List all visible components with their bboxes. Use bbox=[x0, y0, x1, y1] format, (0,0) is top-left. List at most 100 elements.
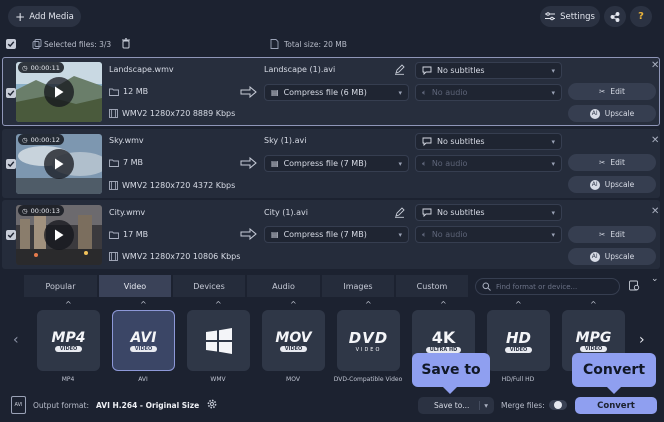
format-label: DVD-Compatible Video bbox=[333, 376, 403, 383]
duration-text: 00:00:12 bbox=[30, 135, 60, 144]
format-tile-dvd[interactable]: DVD VIDEO bbox=[337, 310, 400, 371]
subtitles-dropdown[interactable]: No subtitles ▾ bbox=[415, 133, 562, 150]
play-button[interactable] bbox=[44, 220, 74, 250]
format-tile-mp4[interactable]: MP4 VIDEO bbox=[37, 310, 100, 371]
format-label: HD/Full HD bbox=[501, 376, 535, 383]
codec-text: WMV2 1280x720 4372 Kbps bbox=[122, 181, 236, 190]
output-format-value[interactable]: AVI H.264 - Original Size bbox=[96, 401, 199, 410]
format-tile-avi[interactable]: AVI VIDEO bbox=[112, 310, 175, 371]
edit-button[interactable]: ✂ Edit bbox=[568, 226, 656, 243]
compress-text: Compress file (7 MB) bbox=[283, 159, 367, 168]
compress-dropdown[interactable]: ▤ Compress file (7 MB) ▾ bbox=[264, 155, 409, 172]
save-to-button[interactable]: Save to... ▾ bbox=[418, 397, 494, 414]
share-icon bbox=[610, 11, 620, 22]
chevron-left-icon[interactable]: ‹ bbox=[13, 332, 19, 348]
tab-video[interactable]: Video bbox=[99, 275, 171, 297]
ai-icon: AI bbox=[589, 251, 600, 262]
duration-text: 00:00:13 bbox=[30, 206, 60, 215]
rename-pencil-icon[interactable] bbox=[394, 207, 405, 218]
tab-popular[interactable]: Popular bbox=[24, 275, 97, 297]
format-settings-icon[interactable] bbox=[629, 280, 640, 291]
edit-button[interactable]: ✂ Edit bbox=[568, 154, 656, 171]
delete-selected-icon[interactable] bbox=[121, 38, 131, 49]
search-icon bbox=[482, 282, 491, 291]
play-button[interactable] bbox=[44, 77, 74, 107]
tab-devices[interactable]: Devices bbox=[173, 275, 245, 297]
speaker-icon: 🔈︎ bbox=[422, 87, 427, 97]
settings-button[interactable]: Settings bbox=[540, 6, 600, 27]
source-codec: WMV2 1280x720 8889 Kbps bbox=[109, 109, 235, 118]
close-icon[interactable]: ✕ bbox=[651, 60, 659, 71]
close-icon[interactable]: ✕ bbox=[651, 135, 659, 146]
rename-pencil-icon[interactable] bbox=[394, 64, 405, 75]
folder-icon bbox=[109, 159, 119, 167]
format-tile-mov[interactable]: MOV VIDEO bbox=[262, 310, 325, 371]
clock-icon: ◷ bbox=[22, 135, 28, 144]
chevron-down-icon: ▾ bbox=[551, 88, 555, 97]
upscale-label: Upscale bbox=[604, 252, 635, 261]
avi-logo: AVI VIDEO bbox=[129, 329, 158, 352]
upscale-button[interactable]: AI Upscale bbox=[568, 176, 656, 193]
play-button[interactable] bbox=[44, 149, 74, 179]
folder-icon bbox=[109, 231, 119, 239]
subtitles-dropdown[interactable]: No subtitles ▾ bbox=[415, 62, 562, 79]
chevron-right-icon[interactable]: › bbox=[639, 332, 645, 348]
source-size: 17 MB bbox=[109, 230, 148, 239]
4k-logo: 4K ULTRA HD bbox=[425, 328, 462, 353]
upscale-button[interactable]: AI Upscale bbox=[568, 105, 656, 122]
output-filename[interactable]: Sky (1).avi bbox=[264, 136, 306, 145]
output-filename[interactable]: City (1).avi bbox=[264, 208, 308, 217]
edit-button[interactable]: ✂ Edit bbox=[568, 83, 656, 100]
output-filename[interactable]: Landscape (1).avi bbox=[264, 65, 335, 74]
merge-files-label: Merge files: bbox=[501, 401, 545, 410]
file-icon: ▤ bbox=[271, 159, 279, 168]
clock-icon: ◷ bbox=[22, 206, 28, 215]
format-tile-wmv[interactable] bbox=[187, 310, 250, 371]
compress-dropdown[interactable]: ▤ Compress file (6 MB) ▾ bbox=[264, 84, 409, 101]
save-to-tooltip: Save to bbox=[412, 353, 490, 387]
chevron-down-icon[interactable]: ▾ bbox=[479, 401, 488, 410]
audio-dropdown[interactable]: 🔈︎ No audio ▾ bbox=[415, 84, 562, 101]
mov-logo: MOV VIDEO bbox=[275, 329, 312, 352]
output-settings-gear-icon[interactable] bbox=[206, 398, 218, 410]
upscale-button[interactable]: AI Upscale bbox=[568, 248, 656, 265]
format-label: MP4 bbox=[61, 376, 75, 383]
merge-files-toggle[interactable] bbox=[549, 400, 567, 410]
edit-label: Edit bbox=[610, 230, 625, 239]
collapse-chevron-icon[interactable]: ⌄ bbox=[651, 274, 659, 284]
convert-button[interactable]: Convert bbox=[575, 397, 657, 414]
audio-dropdown[interactable]: 🔈︎ No audio ▾ bbox=[415, 226, 562, 243]
close-icon[interactable]: ✕ bbox=[651, 206, 659, 217]
format-search-input[interactable]: Find format or device... bbox=[475, 278, 620, 295]
compress-dropdown[interactable]: ▤ Compress file (7 MB) ▾ bbox=[264, 226, 409, 243]
subtitles-dropdown[interactable]: No subtitles ▾ bbox=[415, 204, 562, 221]
clock-icon: ◷ bbox=[22, 63, 28, 72]
audio-dropdown[interactable]: 🔈︎ No audio ▾ bbox=[415, 155, 562, 172]
tab-custom[interactable]: Custom bbox=[396, 275, 468, 297]
subtitles-icon bbox=[422, 208, 432, 217]
select-all-checkbox[interactable] bbox=[6, 39, 16, 49]
codec-text: WMV2 1280x720 8889 Kbps bbox=[122, 109, 236, 118]
tab-audio[interactable]: Audio bbox=[247, 275, 320, 297]
film-icon bbox=[109, 109, 118, 118]
tab-images[interactable]: Images bbox=[322, 275, 394, 297]
caret-up-icon: ^ bbox=[515, 300, 522, 309]
mpg-logo: MPG VIDEO bbox=[575, 329, 612, 352]
subtitles-text: No subtitles bbox=[437, 208, 485, 217]
caret-up-icon: ^ bbox=[290, 300, 297, 309]
caret-up-icon: ^ bbox=[590, 300, 597, 309]
duration-badge: ◷ 00:00:12 bbox=[18, 134, 64, 145]
add-media-button[interactable]: + Add Media bbox=[8, 6, 81, 27]
format-tile-hd[interactable]: HD VIDEO bbox=[487, 310, 550, 371]
help-button[interactable]: ? bbox=[630, 6, 652, 27]
file-checkbox[interactable] bbox=[6, 88, 16, 98]
convert-label: Convert bbox=[597, 400, 635, 411]
toggle-knob bbox=[554, 401, 562, 409]
speaker-icon: 🔈︎ bbox=[422, 158, 427, 168]
save-to-label: Save to... bbox=[434, 401, 470, 410]
play-icon bbox=[54, 158, 64, 170]
share-button[interactable] bbox=[604, 6, 626, 27]
file-checkbox[interactable] bbox=[6, 230, 16, 240]
film-icon bbox=[109, 252, 118, 261]
file-checkbox[interactable] bbox=[6, 159, 16, 169]
